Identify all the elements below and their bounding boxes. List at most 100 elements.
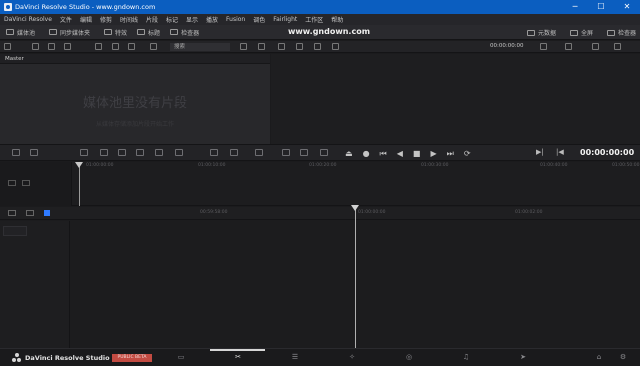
media-page-icon[interactable]: ▭ [176,352,186,363]
inspector-button[interactable]: 检查器 [606,28,636,37]
menu-view[interactable]: 显示 [186,15,198,24]
ruler-label: 01:00:10:00 [198,163,226,168]
insert-icon[interactable] [30,149,38,156]
monitor-icon[interactable] [565,43,572,50]
power-icon[interactable] [614,43,621,50]
upper-playhead-handle[interactable] [75,162,83,168]
menu-color[interactable]: 调色 [253,15,265,24]
fullscreen-button[interactable]: 全屏 [569,28,593,37]
metadata-view-icon[interactable] [64,43,71,50]
ruler-label: 01:00:30:00 [421,163,449,168]
timeline-view-icon[interactable] [8,210,16,216]
play-icon[interactable]: ▶ [430,149,436,158]
edit-marker-icon[interactable] [300,149,308,156]
track-lock-icon[interactable] [8,180,16,186]
ratio-icon[interactable] [314,43,321,50]
metadata-button[interactable]: 元数据 [526,28,556,37]
select-tool-icon[interactable] [80,149,88,156]
menu-davinci[interactable]: DaVinci Resolve [4,16,52,23]
maximize-button[interactable]: ☐ [588,0,614,14]
minimize-button[interactable]: ─ [562,0,588,14]
options-icon[interactable] [112,43,119,50]
lower-timeline[interactable]: 00:59:58:00 01:00:00:00 01:00:02:00 [0,207,640,348]
fairlight-page-icon[interactable]: ♫ [461,352,471,363]
menu-help[interactable]: 帮助 [331,15,343,24]
upper-timeline[interactable]: 01:00:00:00 01:00:10:00 01:00:20:00 01:0… [0,162,640,206]
media-pool-empty-title: 媒体池里没有片段 [82,96,187,111]
thumbnail-view-icon[interactable] [48,43,55,50]
record-icon[interactable]: ● [363,149,370,158]
effects-button[interactable]: 特效 [104,28,127,37]
skip-end-icon[interactable]: ⏭ [447,149,454,159]
upper-playhead-line[interactable] [79,162,80,206]
append-icon[interactable] [136,149,144,156]
lower-playhead-line[interactable] [355,207,356,348]
sync-bin-button[interactable]: 同步媒体夹 [49,28,90,37]
ruler-label: 00:59:58:00 [200,210,228,215]
viewer-panel[interactable] [271,54,640,144]
place-on-top-icon[interactable] [155,149,163,156]
smooth-cut-icon[interactable] [230,149,238,156]
close-gap-icon[interactable] [210,149,218,156]
list-view-icon[interactable] [4,43,11,50]
bin-view-icon[interactable] [32,43,39,50]
menu-trim[interactable]: 修剪 [100,15,112,24]
filter-icon[interactable] [150,43,157,50]
dual-viewer-icon[interactable] [332,43,339,50]
wand-icon [170,29,179,35]
track-audio-icon[interactable] [22,180,30,186]
lower-playhead-handle[interactable] [351,205,359,211]
inspector-left-label: 检查器 [181,29,200,37]
tools-icon[interactable] [592,43,599,50]
menu-file[interactable]: 文件 [60,15,72,24]
audio-track-icon[interactable] [255,149,263,156]
loop-icon[interactable]: ⟳ [464,149,471,158]
track-header[interactable] [3,226,27,236]
inspector-left-button[interactable]: 检查器 [170,28,199,37]
beta-badge: PUBLIC BETA [112,354,152,362]
zoom-icon[interactable] [296,43,303,50]
snapping-icon[interactable] [44,210,50,216]
bin-name[interactable]: Master [0,54,270,64]
media-pool-button[interactable]: 媒体池 [6,28,35,37]
menu-fairlight[interactable]: Fairlight [273,16,297,23]
title-bar: DaVinci Resolve Studio - www.gndown.com … [0,0,640,14]
color-page-icon[interactable]: ◎ [404,352,414,363]
menu-workspace[interactable]: 工作区 [305,15,323,24]
cut-page-icon[interactable]: ✂ [233,352,243,363]
skip-start-icon[interactable]: ⏮ [380,149,387,159]
menu-mark[interactable]: 标记 [166,15,178,24]
close-button[interactable]: ✕ [614,0,640,14]
ruler-label: 01:00:00:00 [358,210,386,215]
stop-icon[interactable]: ■ [413,149,421,158]
menu-playback[interactable]: 播放 [206,15,218,24]
sliders-icon[interactable] [282,149,290,156]
viewer-options-icon[interactable] [540,43,547,50]
fusion-page-icon[interactable]: ✧ [347,352,357,363]
edit-page-icon[interactable]: ☰ [290,352,300,363]
viewer-layout-icon[interactable] [278,43,285,50]
undo-icon[interactable] [258,43,265,50]
ripple-icon[interactable] [175,149,183,156]
deliver-page-icon[interactable]: ➤ [518,352,528,363]
titles-button[interactable]: 标题 [137,28,160,37]
timeline-settings-icon[interactable] [26,210,34,216]
grid-view-icon[interactable] [128,43,135,50]
menu-timeline[interactable]: 时间线 [120,15,138,24]
play-reverse-icon[interactable]: ◀ [397,149,403,158]
options-dropdown-icon[interactable] [240,43,247,50]
menu-edit[interactable]: 编辑 [80,15,92,24]
blade-tool-icon[interactable] [118,149,126,156]
timeline-options-icon[interactable] [320,149,328,156]
prev-edit-icon[interactable]: |◀ [556,148,564,156]
loop-marker-icon[interactable]: ⏏ [345,149,353,158]
menu-fusion[interactable]: Fusion [226,16,245,23]
settings-gear-icon[interactable]: ⚙ [618,352,628,363]
next-edit-icon[interactable]: ▶| [536,148,544,156]
home-icon[interactable]: ⌂ [594,352,604,363]
trim-tool-icon[interactable] [100,149,108,156]
overwrite-icon[interactable] [12,149,20,156]
sort-icon[interactable] [95,43,102,50]
menu-clip[interactable]: 片段 [146,15,158,24]
search-input[interactable]: 搜索 [170,43,230,51]
